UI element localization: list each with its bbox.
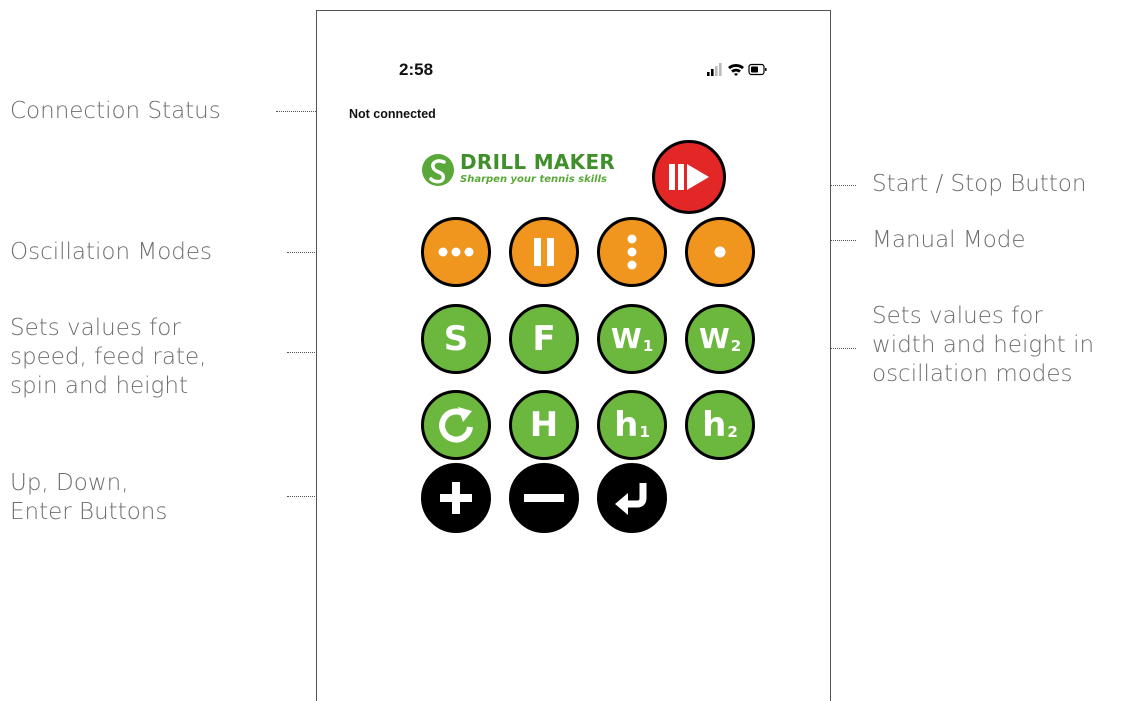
- height-2-button-subscript: 2: [727, 422, 738, 441]
- height-2-button[interactable]: h 2: [685, 390, 755, 460]
- sets-values-left-line-2: speed, feed rate,: [10, 344, 207, 370]
- connection-status-text: Not connected: [349, 107, 436, 121]
- height-button[interactable]: H: [509, 390, 579, 460]
- width-1-button[interactable]: W 1: [597, 304, 667, 374]
- height-1-button-label: h: [614, 405, 639, 445]
- phone-screen: 2:58 Not connected DRILL MAKER Sharpen y…: [316, 10, 831, 701]
- logo-title: DRILL MAKER: [460, 150, 616, 174]
- status-bar-time: 2:58: [399, 60, 434, 79]
- start-stop-button[interactable]: [652, 140, 726, 214]
- up-down-enter-line-1: Up, Down,: [10, 470, 129, 496]
- three-dots-vertical-icon: [627, 234, 637, 270]
- width-1-button-subscript: 1: [642, 336, 654, 355]
- width-2-button-label: W: [698, 322, 730, 355]
- signal-icon: [707, 63, 722, 76]
- play-pause-icon: [669, 164, 709, 190]
- oscillation-mode-two-bars-button[interactable]: [509, 217, 579, 287]
- sets-values-right-line-3: oscillation modes: [872, 361, 1073, 387]
- manual-mode-button[interactable]: [685, 217, 755, 287]
- battery-icon: [748, 63, 767, 76]
- status-bar-icons: [707, 63, 767, 76]
- oscillation-mode-horizontal-button[interactable]: [421, 217, 491, 287]
- width-1-button-label: W: [610, 322, 642, 355]
- connection-status-annotation: Connection Status: [10, 98, 221, 124]
- sets-values-right-annotation: Sets values for width and height in osci…: [872, 302, 1094, 389]
- feed-rate-button[interactable]: F: [509, 304, 579, 374]
- sets-values-left-line-1: Sets values for: [10, 315, 181, 341]
- height-2-button-label: h: [702, 405, 727, 445]
- sets-values-left-line-3: spin and height: [10, 373, 188, 399]
- speed-button-label: S: [443, 319, 469, 359]
- spin-arrow-icon: [439, 407, 473, 443]
- sets-values-right-line-1: Sets values for: [872, 303, 1043, 329]
- height-1-button-subscript: 1: [639, 422, 650, 441]
- minus-icon: [524, 494, 564, 502]
- wifi-icon: [728, 63, 744, 76]
- start-stop-annotation: Start / Stop Button: [872, 171, 1087, 197]
- drill-maker-logo: DRILL MAKER Sharpen your tennis skills: [422, 146, 652, 196]
- up-button[interactable]: [421, 463, 491, 533]
- down-button[interactable]: [509, 463, 579, 533]
- speed-button[interactable]: S: [421, 304, 491, 374]
- height-button-label: H: [529, 405, 559, 445]
- width-2-button[interactable]: W 2: [685, 304, 755, 374]
- enter-button[interactable]: [597, 463, 667, 533]
- enter-icon: [615, 483, 647, 515]
- spin-button[interactable]: [421, 390, 491, 460]
- height-1-button[interactable]: h 1: [597, 390, 667, 460]
- up-down-enter-line-2: Enter Buttons: [10, 499, 168, 525]
- plus-icon: [440, 482, 472, 514]
- manual-mode-annotation: Manual Mode: [872, 227, 1026, 253]
- single-dot-icon: [714, 246, 726, 258]
- logo-subtitle: Sharpen your tennis skills: [460, 174, 607, 185]
- oscillation-mode-vertical-button[interactable]: [597, 217, 667, 287]
- sets-values-right-line-2: width and height in: [872, 332, 1095, 358]
- up-down-enter-annotation: Up, Down, Enter Buttons: [10, 469, 167, 527]
- oscillation-modes-annotation: Oscillation Modes: [10, 239, 213, 265]
- three-dots-horizontal-icon: [438, 247, 474, 257]
- width-2-button-subscript: 2: [730, 336, 742, 355]
- logo-s-icon: [422, 154, 454, 186]
- feed-rate-button-label: F: [532, 319, 556, 359]
- sets-values-left-annotation: Sets values for speed, feed rate, spin a…: [10, 314, 206, 401]
- two-bars-icon: [534, 238, 554, 266]
